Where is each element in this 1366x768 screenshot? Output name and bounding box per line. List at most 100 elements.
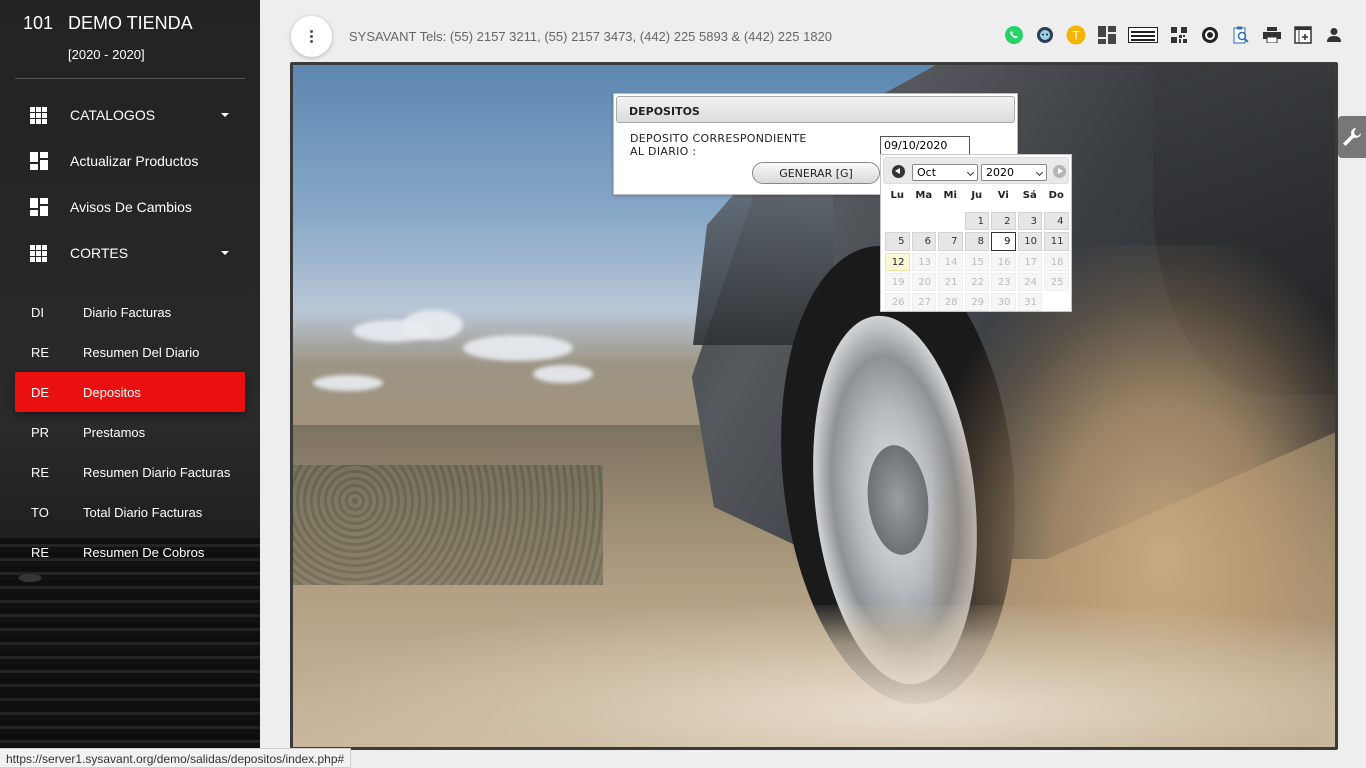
calendar-day[interactable]: 3 [1017, 212, 1042, 231]
deposit-date-label-line1: DEPOSITO CORRESPONDIENTE [630, 132, 807, 145]
caret-down-icon [221, 251, 229, 255]
grid-icon [30, 106, 70, 124]
store-number: 101 [23, 13, 54, 33]
chevron-down-icon [1035, 168, 1044, 177]
add-window-icon[interactable] [1293, 24, 1313, 46]
calendar-day: 14 [938, 252, 963, 271]
menu-item-avisos-de-cambios[interactable]: Avisos De Cambios [15, 187, 245, 227]
calendar-day[interactable]: 4 [1044, 212, 1069, 231]
year-select-value: 2020 [986, 166, 1014, 179]
sub-item-label: Resumen De Cobros [83, 544, 205, 560]
deposit-date-input[interactable] [880, 136, 970, 155]
deposit-date-label: DEPOSITO CORRESPONDIENTE AL DIARIO : [630, 132, 860, 158]
calendar-day[interactable]: 7 [938, 232, 963, 251]
calendar-day: 19 [885, 272, 910, 292]
sidebar-background-tires [0, 538, 260, 768]
calendar-day: 23 [991, 272, 1016, 292]
calendar-day[interactable]: 10 [1017, 232, 1042, 251]
dashboard-icon [30, 152, 70, 170]
calendar-day: 29 [964, 293, 989, 312]
wrench-icon [1343, 128, 1361, 146]
calendar-day[interactable]: 2 [991, 212, 1016, 231]
sub-item-abbr: RE [31, 464, 50, 480]
weekday-label: Sá [1022, 190, 1037, 201]
menu-item-catalogos[interactable]: CATALOGOS [15, 95, 245, 135]
calendar-day: 31 [1017, 293, 1042, 312]
sub-item-label: Diario Facturas [83, 304, 172, 320]
menu-item-actualizar-productos[interactable]: Actualizar Productos [15, 141, 245, 181]
more-options-button[interactable] [291, 16, 332, 57]
cloud [403, 310, 463, 340]
settings-wrench-tab[interactable] [1338, 116, 1366, 158]
calendar-day[interactable]: 12 [885, 252, 910, 271]
clipboard-search-icon[interactable] [1231, 24, 1251, 46]
weekday-label: Ma [915, 190, 933, 201]
calendar-day: 17 [1017, 252, 1042, 271]
grid-icon [30, 244, 70, 262]
user-icon[interactable] [1324, 24, 1344, 46]
calendar-day[interactable]: 1 [964, 212, 989, 231]
calendar-day[interactable]: 8 [964, 232, 989, 251]
qr-code-icon[interactable] [1169, 24, 1189, 46]
calendar-day: 15 [964, 252, 989, 271]
weekday-label: Vi [997, 190, 1009, 201]
prev-month-icon[interactable] [892, 165, 905, 178]
sub-item-abbr: TO [31, 504, 49, 520]
weekday-label: Mi [943, 190, 957, 201]
dust-cloud [293, 605, 1335, 747]
support-agent-icon[interactable] [1035, 24, 1055, 46]
weekday-label: Lu [890, 190, 905, 201]
cloud [313, 375, 383, 391]
sub-item-label: Resumen Diario Facturas [83, 464, 231, 480]
weekday-label: Do [1048, 190, 1064, 201]
menu-item-label: CATALOGOS [70, 107, 156, 123]
year-select[interactable]: 2020 [981, 164, 1047, 181]
topbar: SYSAVANT Tels: (55) 2157 3211, (55) 2157… [260, 0, 1366, 62]
calendar-empty-cell [912, 212, 937, 230]
calendar-day[interactable]: 11 [1044, 232, 1069, 251]
month-select-value: Oct [917, 166, 937, 179]
target-icon[interactable] [1200, 24, 1220, 46]
sub-item-abbr: RE [31, 544, 50, 560]
printer-icon[interactable] [1262, 24, 1282, 46]
calendar-day[interactable]: 5 [885, 232, 910, 251]
calendar-day: 27 [911, 293, 936, 312]
menu-item-label: Actualizar Productos [70, 153, 199, 169]
sub-item-abbr: DI [31, 304, 44, 320]
menu-item-cortes[interactable]: CORTES [15, 233, 245, 273]
contact-phones: SYSAVANT Tels: (55) 2157 3211, (55) 2157… [349, 29, 833, 44]
calendar-day: 18 [1044, 252, 1069, 271]
sub-item-diario-facturas[interactable]: DI Diario Facturas [15, 292, 245, 332]
sub-item-label: Prestamos [83, 424, 146, 440]
t-badge-icon[interactable]: T [1066, 24, 1086, 46]
menu-item-label: CORTES [70, 245, 129, 261]
calendar-grid: 1 2 3 4 5 6 7 8 9 10 11 12 13 14 15 16 17 18 19 20 21 22 23 24 2… [884, 211, 1070, 312]
brand: 101 DEMO TIENDA [23, 13, 193, 34]
sub-item-label: Total Diario Facturas [83, 504, 203, 520]
calendar-day[interactable]: 6 [911, 232, 936, 251]
keyboard-icon[interactable] [1128, 24, 1158, 46]
store-years: [2020 - 2020] [68, 47, 145, 62]
whatsapp-icon[interactable] [1004, 24, 1024, 46]
next-month-icon[interactable] [1053, 165, 1066, 178]
sub-item-resumen-de-cobros[interactable]: RE Resumen De Cobros [15, 532, 245, 572]
calendar-day[interactable]: 9 [991, 232, 1016, 251]
dialog-title: DEPOSITOS [616, 96, 1015, 123]
cloud [533, 365, 593, 383]
sub-item-resumen-del-diario[interactable]: RE Resumen Del Diario [15, 332, 245, 372]
calendar-day: 21 [938, 272, 963, 292]
sub-item-prestamos[interactable]: PR Prestamos [15, 412, 245, 452]
sub-item-depositos[interactable]: DE Depositos [15, 372, 245, 412]
deposit-date-label-line2: AL DIARIO : [630, 145, 697, 158]
datepicker-header: Oct 2020 [883, 157, 1069, 184]
calendar-day: 13 [911, 252, 936, 271]
caret-down-icon [221, 113, 229, 117]
calendar-day: 28 [938, 293, 963, 312]
month-select[interactable]: Oct [912, 164, 978, 181]
sub-item-resumen-diario-facturas[interactable]: RE Resumen Diario Facturas [15, 452, 245, 492]
sub-item-abbr: RE [31, 344, 50, 360]
dashboard-icon[interactable] [1097, 24, 1117, 46]
sub-item-total-diario-facturas[interactable]: TO Total Diario Facturas [15, 492, 245, 532]
generate-button[interactable]: GENERAR [G] [752, 162, 880, 184]
sub-item-abbr: DE [31, 384, 50, 400]
